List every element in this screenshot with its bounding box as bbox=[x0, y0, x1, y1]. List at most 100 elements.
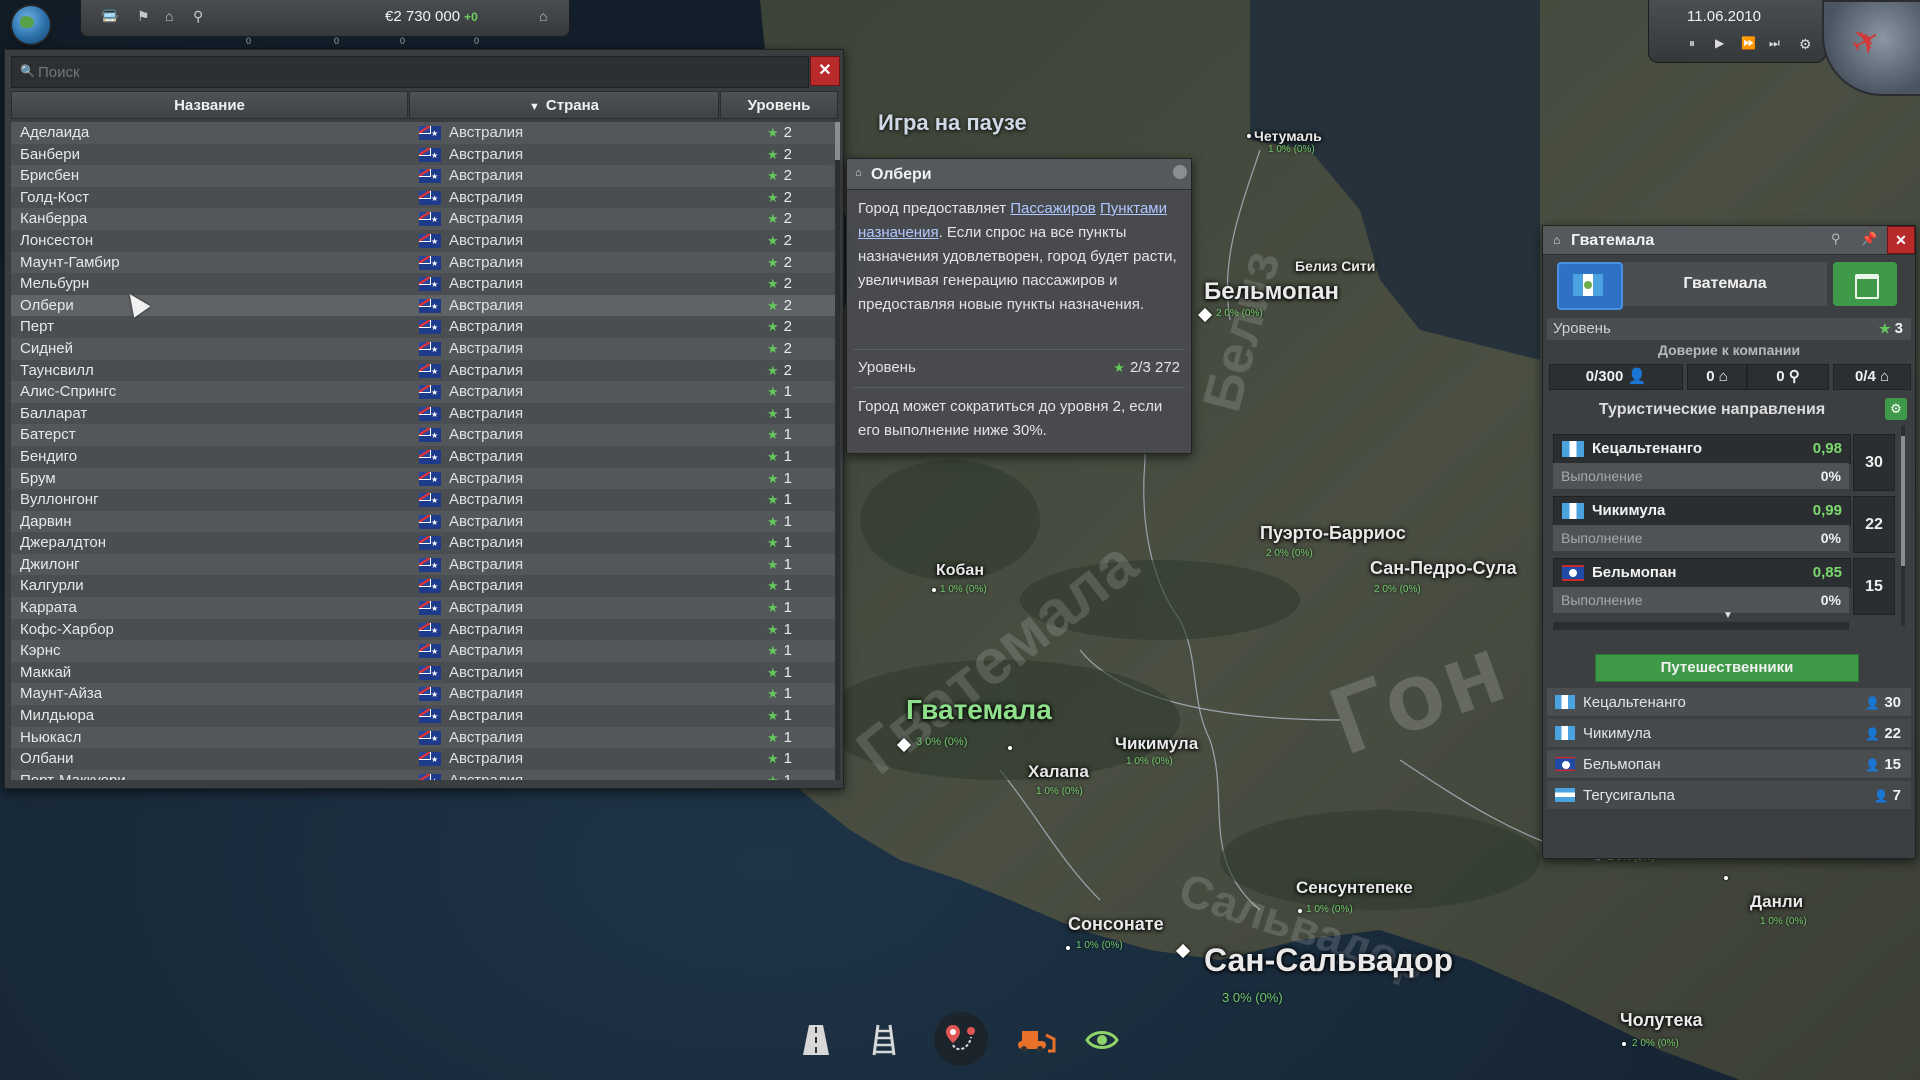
map-city-san-pedro-sula[interactable]: Сан-Педро-Сула bbox=[1370, 558, 1517, 579]
list-scrollbar[interactable] bbox=[835, 122, 840, 780]
globe-icon[interactable] bbox=[12, 6, 50, 44]
traveler-row[interactable]: Бельмопан 👤 15 bbox=[1547, 750, 1911, 779]
table-row[interactable]: Маккай Австралия ★1 bbox=[11, 661, 837, 684]
table-row[interactable]: Олбани Австралия ★1 bbox=[11, 748, 837, 770]
road-icon[interactable] bbox=[794, 1018, 838, 1062]
home-icon[interactable]: ⌂ bbox=[165, 8, 173, 24]
locate-icon[interactable]: ⚲ bbox=[1831, 231, 1841, 247]
city-marker[interactable] bbox=[1247, 134, 1251, 138]
scrollbar-thumb[interactable] bbox=[835, 122, 840, 160]
table-row[interactable]: Голд-Кост Австралия ★2 bbox=[11, 186, 837, 209]
depot-icon[interactable]: ⌂ bbox=[539, 8, 547, 24]
table-row[interactable]: Кофс-Харбор Австралия ★1 bbox=[11, 618, 837, 641]
table-row[interactable]: Милдьюра Австралия ★1 bbox=[11, 705, 837, 727]
map-city-sub: 2 0% (0%) bbox=[1216, 308, 1263, 319]
settings-gear-icon[interactable]: ⚙ bbox=[1799, 36, 1812, 53]
map-city-danli[interactable]: Данли bbox=[1750, 892, 1803, 912]
table-row[interactable]: Брум Австралия ★1 bbox=[11, 467, 837, 490]
column-name-header[interactable]: Название bbox=[11, 91, 408, 119]
map-city-san-salvador[interactable]: Сан-Сальвадор bbox=[1204, 942, 1453, 979]
country-cell: Австралия bbox=[449, 210, 524, 228]
column-level-header[interactable]: Уровень bbox=[720, 91, 838, 119]
tooltip-close-icon[interactable] bbox=[1173, 165, 1187, 179]
city-marker[interactable] bbox=[1008, 746, 1012, 750]
bulldozer-icon[interactable] bbox=[1010, 1018, 1062, 1062]
table-row[interactable]: Порт-МаккуориАвстралия★1 bbox=[11, 769, 837, 780]
destination-item[interactable]: Чикимула 0,99 Выполнение 0% 22 bbox=[1553, 496, 1905, 554]
traveler-row[interactable]: Чикимула 👤 22 bbox=[1547, 719, 1911, 748]
table-row[interactable]: Канберра Австралия ★2 bbox=[11, 208, 837, 230]
travelers-button[interactable]: Путешественники bbox=[1595, 654, 1859, 682]
star-icon: ★ bbox=[767, 578, 779, 594]
table-row[interactable]: Джералдтон Австралия ★1 bbox=[11, 532, 837, 554]
eye-icon[interactable] bbox=[1080, 1018, 1124, 1062]
gear-icon[interactable]: ⚙ bbox=[1885, 398, 1907, 420]
table-row[interactable]: Перт Австралия ★2 bbox=[11, 316, 837, 338]
level-cell: ★1 bbox=[767, 426, 792, 443]
table-row[interactable]: Балларат Австралия ★1 bbox=[11, 402, 837, 425]
search-input[interactable] bbox=[36, 60, 800, 84]
table-row[interactable]: Каррата Австралия ★1 bbox=[11, 597, 837, 619]
building-button[interactable] bbox=[1833, 262, 1897, 306]
table-row[interactable]: АделаидаАвстралия★2 bbox=[11, 122, 837, 144]
map-city-coban[interactable]: Кобан bbox=[936, 562, 984, 580]
table-row[interactable]: Вуллонгонг Австралия ★1 bbox=[11, 489, 837, 511]
destination-scrollbar[interactable] bbox=[1901, 426, 1905, 626]
traveler-row[interactable]: Тегусигальпа 👤 7 bbox=[1547, 781, 1911, 810]
route-pin-icon[interactable] bbox=[934, 1012, 988, 1066]
table-row[interactable]: Бендиго Австралия ★1 bbox=[11, 445, 837, 468]
vehicle-icon[interactable]: 🚍 bbox=[101, 8, 118, 25]
table-row[interactable]: Ньюкасл Австралия ★1 bbox=[11, 726, 837, 749]
city-marker[interactable] bbox=[1724, 876, 1728, 880]
traveler-row[interactable]: Кецальтенанго 👤 30 bbox=[1547, 688, 1911, 717]
play-button[interactable]: ▶ bbox=[1715, 36, 1724, 50]
close-button[interactable]: ✕ bbox=[810, 56, 840, 86]
map-city-guatemala[interactable]: Гватемала bbox=[906, 694, 1052, 726]
table-row[interactable]: Кэрнс Австралия ★1 bbox=[11, 640, 837, 662]
city-name-cell: Таунсвилл bbox=[20, 361, 94, 379]
map-city-belize-city[interactable]: Белиз Сити bbox=[1295, 258, 1375, 274]
map-city-jalapa[interactable]: Халапа bbox=[1028, 762, 1089, 782]
map-city-chetumal[interactable]: Четумаль bbox=[1254, 128, 1322, 144]
close-button[interactable]: ✕ bbox=[1887, 226, 1915, 254]
table-row[interactable]: Сидней Австралия ★2 bbox=[11, 337, 837, 360]
passengers-link[interactable]: Пассажиров bbox=[1010, 200, 1096, 217]
destination-fulfillment-row: Выполнение 0% bbox=[1553, 463, 1849, 489]
destination-item[interactable]: Кецальтенанго 0,98 Выполнение 0% 30 bbox=[1553, 434, 1905, 492]
city-marker[interactable] bbox=[1298, 909, 1302, 913]
map-city-chiquimula[interactable]: Чикимула bbox=[1115, 734, 1198, 754]
table-row[interactable]: Банбери Австралия ★2 bbox=[11, 143, 837, 166]
map-city-puerto-barrios[interactable]: Пуэрто-Барриос bbox=[1260, 523, 1406, 544]
city-marker[interactable] bbox=[932, 588, 936, 592]
table-row[interactable]: Калгурли Австралия ★1 bbox=[11, 575, 837, 598]
city-marker[interactable] bbox=[1622, 1042, 1626, 1046]
chevron-down-icon[interactable]: ▼ bbox=[1723, 610, 1733, 621]
table-row[interactable]: Джилонг Австралия ★1 bbox=[11, 553, 837, 576]
pause-button[interactable]: ⏸ bbox=[1689, 36, 1695, 51]
destination-item[interactable]: Бельмопан 0,85 Выполнение 0% 15 bbox=[1553, 558, 1905, 616]
location-icon[interactable]: ⚲ bbox=[193, 8, 203, 25]
star-icon: ★ bbox=[767, 297, 779, 313]
table-row[interactable]: Маунт-Айза Австралия ★1 bbox=[11, 683, 837, 706]
table-row[interactable]: Таунсвилл Австралия ★2 bbox=[11, 359, 837, 382]
table-row[interactable]: Дарвин Австралия ★1 bbox=[11, 510, 837, 533]
map-city-belmopan[interactable]: Бельмопан bbox=[1204, 278, 1339, 306]
column-country-header[interactable]: ▼ Страна bbox=[409, 91, 719, 119]
search-box[interactable]: 🔍 bbox=[11, 56, 809, 88]
country-flag-button[interactable] bbox=[1557, 262, 1623, 310]
map-city-choluteca[interactable]: Чолутека bbox=[1620, 1010, 1702, 1031]
fastest-button[interactable]: ⏭ bbox=[1769, 36, 1780, 51]
map-city-sensuntepeque[interactable]: Сенсунтепеке bbox=[1296, 878, 1413, 898]
map-city-sonsonate[interactable]: Сонсонате bbox=[1068, 914, 1164, 935]
fast-forward-button[interactable]: ⏩ bbox=[1741, 36, 1756, 50]
table-row[interactable]: Брисбен Австралия ★2 bbox=[11, 165, 837, 187]
table-row[interactable]: Алис-Спрингс Австралия ★1 bbox=[11, 381, 837, 403]
table-row[interactable]: Маунт-Гамбир Австралия ★2 bbox=[11, 251, 837, 274]
city-marker[interactable] bbox=[1066, 946, 1070, 950]
pin-icon[interactable]: 📌 bbox=[1861, 231, 1877, 247]
flag-icon[interactable]: ⚑ bbox=[137, 8, 150, 25]
scrollbar-thumb[interactable] bbox=[1901, 436, 1905, 566]
rail-icon[interactable] bbox=[862, 1018, 906, 1062]
table-row[interactable]: Батерст Австралия ★1 bbox=[11, 424, 837, 446]
table-row[interactable]: Лонсестон Австралия ★2 bbox=[11, 229, 837, 252]
